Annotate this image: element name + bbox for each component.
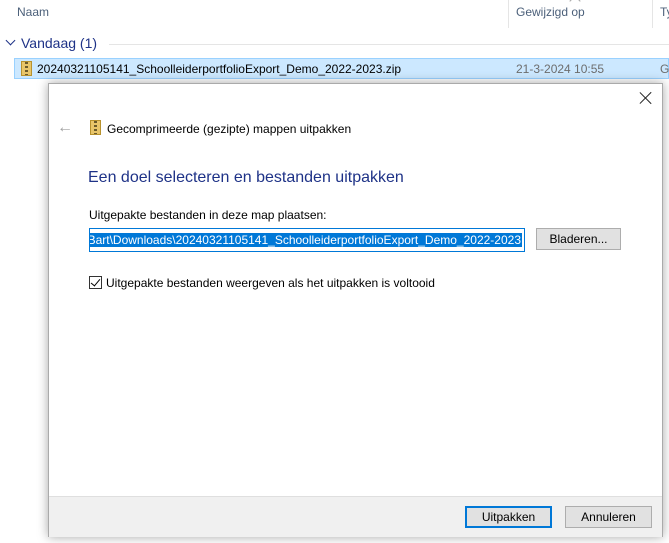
destination-label: Uitgepakte bestanden in deze map plaatse…	[89, 208, 327, 222]
extract-dialog: ← Gecomprimeerde (gezipte) mappen uitpak…	[48, 83, 663, 537]
dialog-heading: Een doel selecteren en bestanden uitpakk…	[88, 169, 404, 186]
column-separator[interactable]	[508, 0, 509, 28]
file-modified-date: 21-3-2024 10:55	[516, 62, 605, 76]
show-files-checkbox[interactable]	[89, 276, 102, 289]
zip-folder-icon	[90, 120, 101, 135]
dialog-title: Gecomprimeerde (gezipte) mappen uitpakke…	[107, 122, 352, 136]
column-separator[interactable]	[652, 0, 653, 28]
zip-folder-icon	[21, 61, 32, 76]
show-files-label[interactable]: Uitgepakte bestanden weergeven als het u…	[106, 276, 435, 290]
file-name: 20240321105141_SchoolleiderportfolioExpo…	[37, 62, 402, 76]
group-divider	[109, 44, 669, 45]
column-header-name[interactable]: Naam	[17, 5, 49, 19]
file-group-today[interactable]: Vandaag (1)	[0, 34, 669, 54]
extract-button[interactable]: Uitpakken	[465, 506, 552, 528]
chevron-down-icon[interactable]	[5, 35, 16, 46]
group-label: Vandaag (1)	[21, 35, 98, 51]
back-arrow-icon[interactable]: ←	[57, 120, 73, 136]
column-header-bar: Naam Gewijzigd op Ty	[0, 0, 669, 28]
column-header-modified[interactable]: Gewijzigd op	[516, 5, 585, 19]
file-row[interactable]: 20240321105141_SchoolleiderportfolioExpo…	[14, 58, 669, 79]
file-type: G	[660, 62, 669, 76]
cancel-button[interactable]: Annuleren	[565, 506, 652, 528]
dialog-footer: Uitpakken Annuleren	[49, 496, 662, 537]
column-header-type[interactable]: Ty	[660, 5, 669, 19]
browse-button[interactable]: Bladeren...	[536, 228, 621, 250]
destination-path-value: \Bart\Downloads\20240321105141_Schoollei…	[90, 233, 522, 247]
destination-path-input[interactable]: \Bart\Downloads\20240321105141_Schoollei…	[89, 228, 525, 252]
close-icon[interactable]	[638, 90, 654, 106]
